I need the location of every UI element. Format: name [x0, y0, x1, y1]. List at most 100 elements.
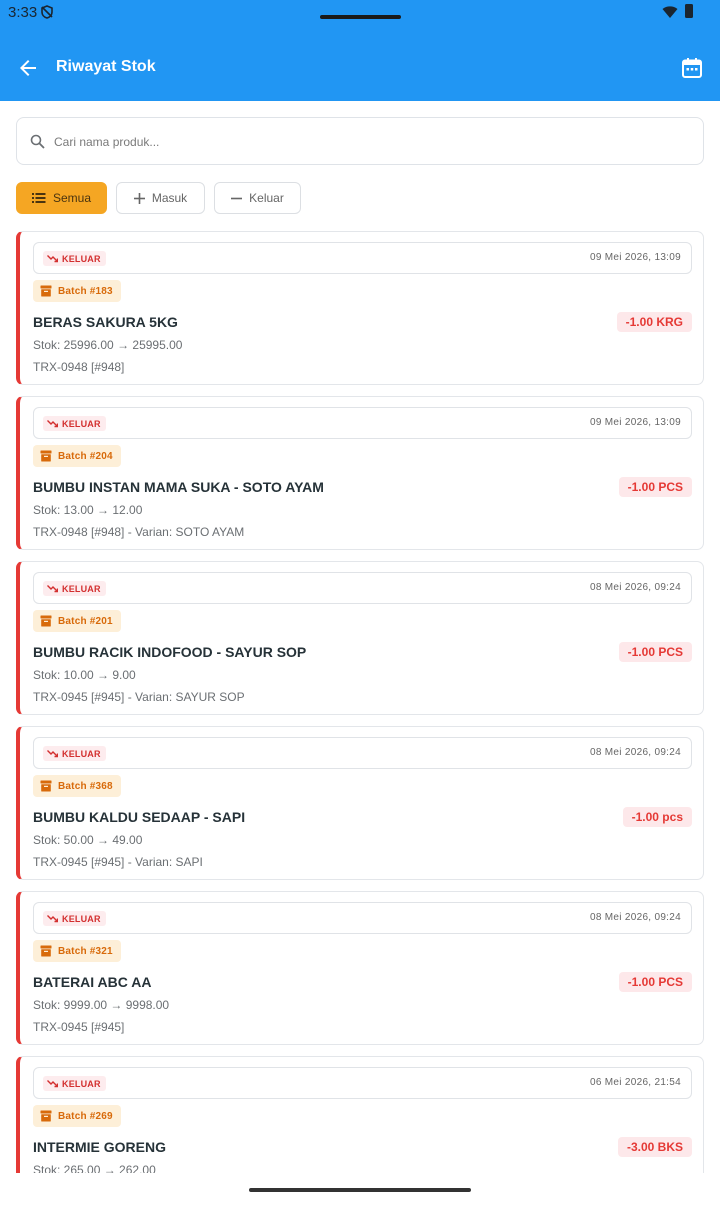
page-title: Riwayat Stok: [56, 58, 156, 75]
camera-notch: [320, 15, 401, 19]
filter-out-label: Keluar: [249, 191, 284, 205]
stock-change: Stok: 9999.00 → 9998.00: [33, 998, 170, 1012]
history-card[interactable]: KELUAR 08 Mei 2026, 09:24 Batch #321 BAT…: [16, 891, 704, 1045]
transaction-ref: TRX-0945 [#945] - Varian: SAYUR SOP: [33, 690, 245, 704]
product-name: INTERMIE GORENG: [33, 1139, 167, 1155]
card-header: KELUAR 09 Mei 2026, 13:09: [33, 242, 692, 274]
type-label: KELUAR: [62, 418, 101, 429]
stock-change: Stok: 10.00 → 9.00: [33, 668, 136, 682]
product-name: BUMBU INSTAN MAMA SUKA - SOTO AYAM: [33, 479, 324, 495]
type-badge: KELUAR: [43, 911, 106, 926]
type-label: KELUAR: [62, 1078, 101, 1089]
archive-box-icon: [40, 780, 52, 792]
stock-history-list: KELUAR 09 Mei 2026, 13:09 Batch #183 BER…: [16, 231, 704, 1173]
product-name: BERAS SAKURA 5KG: [33, 314, 178, 330]
app-bar: Riwayat Stok: [0, 30, 720, 101]
quantity-badge: -1.00 KRG: [616, 312, 692, 332]
history-card[interactable]: KELUAR 08 Mei 2026, 09:24 Batch #201 BUM…: [16, 561, 704, 715]
archive-box-icon: [40, 615, 52, 627]
quantity-badge: -1.00 PCS: [618, 642, 692, 662]
gesture-bar: [249, 1188, 471, 1192]
status-bar: 3:33: [0, 0, 720, 30]
back-arrow-icon[interactable]: [16, 56, 40, 80]
history-card[interactable]: KELUAR 08 Mei 2026, 09:24 Batch #368 BUM…: [16, 726, 704, 880]
stock-change: Stok: 265.00 → 262.00: [33, 1163, 156, 1173]
transaction-ref: TRX-0945 [#945]: [33, 1020, 125, 1034]
transaction-ref: TRX-0945 [#945] - Varian: SAPI: [33, 855, 203, 869]
type-badge: KELUAR: [43, 251, 106, 266]
type-label: KELUAR: [62, 253, 101, 264]
batch-label: Batch #204: [58, 450, 113, 462]
history-card[interactable]: KELUAR 06 Mei 2026, 21:54 Batch #269 INT…: [16, 1056, 704, 1173]
wifi-icon: [662, 6, 678, 18]
trending-down-icon: [47, 255, 58, 263]
archive-box-icon: [40, 1110, 52, 1122]
filter-all-label: Semua: [52, 191, 92, 205]
filter-all-button[interactable]: Semua: [16, 182, 107, 214]
batch-label: Batch #183: [58, 285, 113, 297]
type-label: KELUAR: [62, 583, 101, 594]
stock-change: Stok: 25996.00 → 25995.00: [33, 338, 183, 352]
type-label: KELUAR: [62, 748, 101, 759]
archive-box-icon: [40, 450, 52, 462]
type-badge: KELUAR: [43, 1076, 106, 1091]
quantity-badge: -3.00 BKS: [617, 1137, 692, 1157]
trending-down-icon: [47, 915, 58, 923]
entry-date: 08 Mei 2026, 09:24: [589, 747, 681, 758]
batch-label: Batch #368: [58, 780, 113, 792]
history-card[interactable]: KELUAR 09 Mei 2026, 13:09 Batch #204 BUM…: [16, 396, 704, 550]
batch-label: Batch #321: [58, 945, 113, 957]
card-header: KELUAR 08 Mei 2026, 09:24: [33, 572, 692, 604]
archive-box-icon: [40, 285, 52, 297]
stock-change: Stok: 13.00 → 12.00: [33, 503, 143, 517]
batch-badge: Batch #201: [33, 610, 121, 632]
filter-out-button[interactable]: Keluar: [214, 182, 301, 214]
entry-date: 09 Mei 2026, 13:09: [589, 417, 681, 428]
list-icon: [31, 193, 46, 203]
plus-icon: [133, 192, 145, 204]
calendar-icon[interactable]: [680, 56, 704, 80]
batch-badge: Batch #368: [33, 775, 121, 797]
card-header: KELUAR 08 Mei 2026, 09:24: [33, 902, 692, 934]
filter-in-button[interactable]: Masuk: [116, 182, 205, 214]
shield-off-icon: [41, 5, 53, 19]
batch-badge: Batch #183: [33, 280, 121, 302]
entry-date: 08 Mei 2026, 09:24: [589, 912, 681, 923]
stock-history-screen: 3:33 Riwayat Stok Cari nama produk... Se…: [0, 0, 720, 1206]
type-badge: KELUAR: [43, 416, 106, 431]
entry-date: 08 Mei 2026, 09:24: [589, 582, 681, 593]
batch-badge: Batch #204: [33, 445, 121, 467]
search-box: [16, 117, 704, 165]
search-input[interactable]: [54, 130, 674, 154]
card-header: KELUAR 06 Mei 2026, 21:54: [33, 1067, 692, 1099]
quantity-badge: -1.00 PCS: [618, 972, 692, 992]
search-icon: [30, 134, 45, 149]
type-badge: KELUAR: [43, 581, 106, 596]
minus-icon: [231, 197, 243, 199]
history-card[interactable]: KELUAR 09 Mei 2026, 13:09 Batch #183 BER…: [16, 231, 704, 385]
archive-box-icon: [40, 945, 52, 957]
quantity-badge: -1.00 PCS: [618, 477, 692, 497]
battery-icon: [685, 4, 693, 18]
trending-down-icon: [47, 420, 58, 428]
trending-down-icon: [47, 750, 58, 758]
entry-date: 06 Mei 2026, 21:54: [589, 1077, 681, 1088]
entry-date: 09 Mei 2026, 13:09: [589, 252, 681, 263]
trending-down-icon: [47, 1080, 58, 1088]
type-badge: KELUAR: [43, 746, 106, 761]
card-header: KELUAR 09 Mei 2026, 13:09: [33, 407, 692, 439]
transaction-ref: TRX-0948 [#948]: [33, 360, 125, 374]
product-name: BUMBU KALDU SEDAAP - SAPI: [33, 809, 246, 825]
card-header: KELUAR 08 Mei 2026, 09:24: [33, 737, 692, 769]
product-name: BUMBU RACIK INDOFOOD - SAYUR SOP: [33, 644, 307, 660]
type-label: KELUAR: [62, 913, 101, 924]
product-name: BATERAI ABC AA: [33, 974, 152, 990]
batch-label: Batch #201: [58, 615, 113, 627]
status-time: 3:33: [8, 4, 38, 21]
batch-badge: Batch #269: [33, 1105, 121, 1127]
batch-badge: Batch #321: [33, 940, 121, 962]
batch-label: Batch #269: [58, 1110, 113, 1122]
transaction-ref: TRX-0948 [#948] - Varian: SOTO AYAM: [33, 525, 245, 539]
stock-change: Stok: 50.00 → 49.00: [33, 833, 143, 847]
filter-in-label: Masuk: [151, 191, 188, 205]
